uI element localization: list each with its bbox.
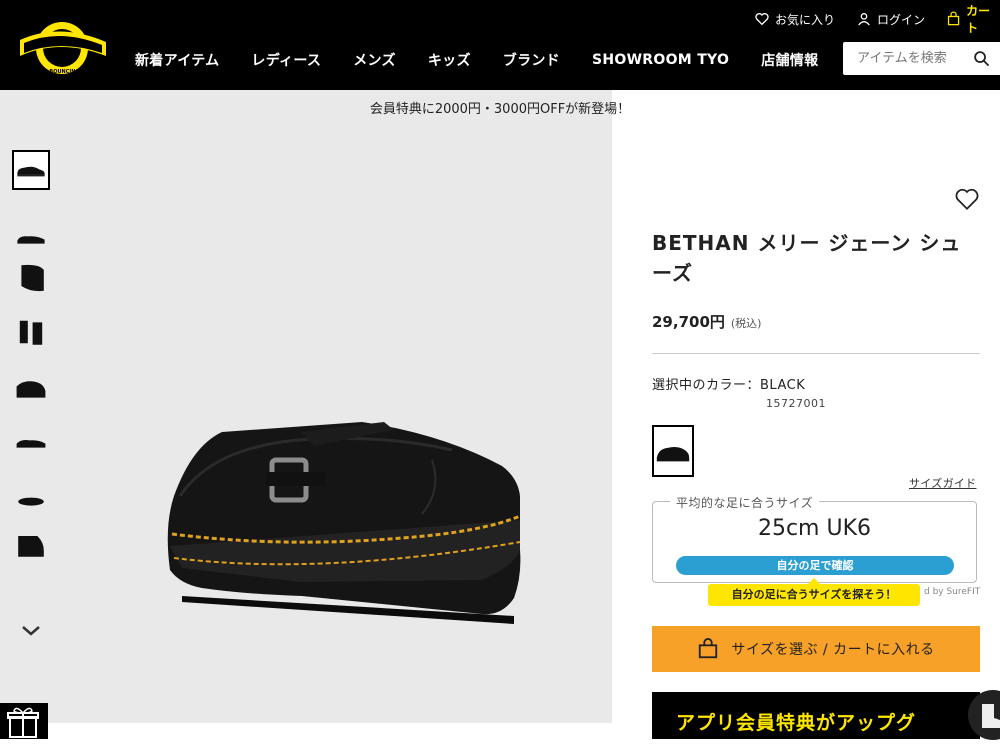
search-box <box>843 42 1000 75</box>
color-swatch-black[interactable] <box>652 425 694 477</box>
thumbnail-8[interactable] <box>12 522 50 566</box>
thumbnail-2[interactable] <box>12 218 50 258</box>
nav-new-items[interactable]: 新着アイテム <box>119 50 235 70</box>
bag-icon <box>947 11 960 26</box>
cart-label: カート <box>966 4 991 35</box>
boot-icon <box>982 704 1000 728</box>
chevron-down-icon[interactable] <box>20 622 42 640</box>
bag-icon <box>699 638 718 659</box>
favorites-link[interactable]: お気に入り <box>754 10 835 28</box>
favorites-label: お気に入り <box>775 12 836 27</box>
shoe-thumbnail-image <box>19 320 43 345</box>
nav-brand[interactable]: ブランド <box>487 50 576 70</box>
add-to-cart-label: サイズを選ぶ / カートに入れる <box>731 642 935 658</box>
product-price-row: 29,700円 (税込) <box>652 311 761 332</box>
search-icon[interactable] <box>973 50 990 67</box>
search-input[interactable] <box>843 42 963 75</box>
thumbnail-7[interactable] <box>12 480 50 520</box>
shoe-thumbnail-image <box>21 264 44 292</box>
site-header: WITH BOUNCING SOLES お気に入り ログイン カート 新着アイテ… <box>0 0 1000 90</box>
main-nav: 新着アイテム レディース メンズ キッズ ブランド SHOWROOM TYO 店… <box>119 50 834 70</box>
surefit-legend: 平均的な足に合うサイズ <box>670 494 820 511</box>
app-member-banner[interactable]: アプリ会員特典がアップグ <box>652 692 980 739</box>
shoe-swatch-image <box>656 446 690 461</box>
divider <box>652 353 980 354</box>
thumbnail-4[interactable] <box>12 310 50 354</box>
shoe-thumbnail-image <box>16 440 46 448</box>
shoe-thumbnail-image <box>16 381 46 398</box>
thumbnail-3[interactable] <box>12 256 50 300</box>
gift-icon <box>7 707 39 738</box>
cart-link[interactable]: カート <box>946 4 1000 35</box>
heart-icon <box>755 13 769 26</box>
thumbnail-5[interactable] <box>12 366 50 410</box>
nav-ladies[interactable]: レディース <box>235 50 337 70</box>
check-own-foot-button[interactable]: 自分の足で確認 <box>676 556 954 575</box>
add-to-cart-button[interactable]: サイズを選ぶ / カートに入れる <box>652 626 980 672</box>
shoe-thumbnail-image <box>18 536 44 557</box>
add-to-favorites-heart-icon[interactable] <box>954 186 980 212</box>
surefit-tooltip: 自分の足に合うサイズを探そう！ <box>708 578 920 606</box>
thumbnail-1[interactable] <box>12 150 50 190</box>
svg-text:WITH BOUNCING SOLES: WITH BOUNCING SOLES <box>33 69 100 75</box>
recommended-size: 25cm UK6 <box>757 516 872 541</box>
chat-boot-button[interactable] <box>968 690 1000 740</box>
shoe-thumbnail-image <box>17 236 45 244</box>
nav-mens[interactable]: メンズ <box>337 50 412 70</box>
gift-icon-button[interactable] <box>0 703 48 739</box>
powered-by-surefit: d by SureFIT <box>924 587 981 597</box>
product-price: 29,700円 <box>652 313 725 331</box>
user-icon <box>858 13 870 26</box>
product-main-image[interactable] <box>122 196 602 676</box>
promo-banner[interactable]: 会員特典に2000円・3000円OFFが新登場！ <box>0 90 1000 130</box>
nav-stores[interactable]: 店舗情報 <box>745 50 834 70</box>
login-link[interactable]: ログイン <box>856 10 925 28</box>
thumbnail-6[interactable] <box>12 422 50 462</box>
color-code: 15727001 <box>766 397 826 410</box>
dr-martens-logo[interactable]: WITH BOUNCING SOLES <box>10 18 110 76</box>
size-guide-link[interactable]: サイズガイド <box>909 475 976 491</box>
login-label: ログイン <box>877 12 926 27</box>
nav-kids[interactable]: キッズ <box>412 50 487 70</box>
nav-showroom[interactable]: SHOWROOM TYO <box>576 52 745 68</box>
shoe-thumbnail-image <box>17 166 45 177</box>
product-title: BETHAN メリー ジェーン シューズ <box>652 231 962 285</box>
shoe-thumbnail-image <box>18 497 44 506</box>
tax-note: (税込) <box>730 317 762 330</box>
selected-color-label: 選択中のカラー：BLACK <box>652 378 806 393</box>
